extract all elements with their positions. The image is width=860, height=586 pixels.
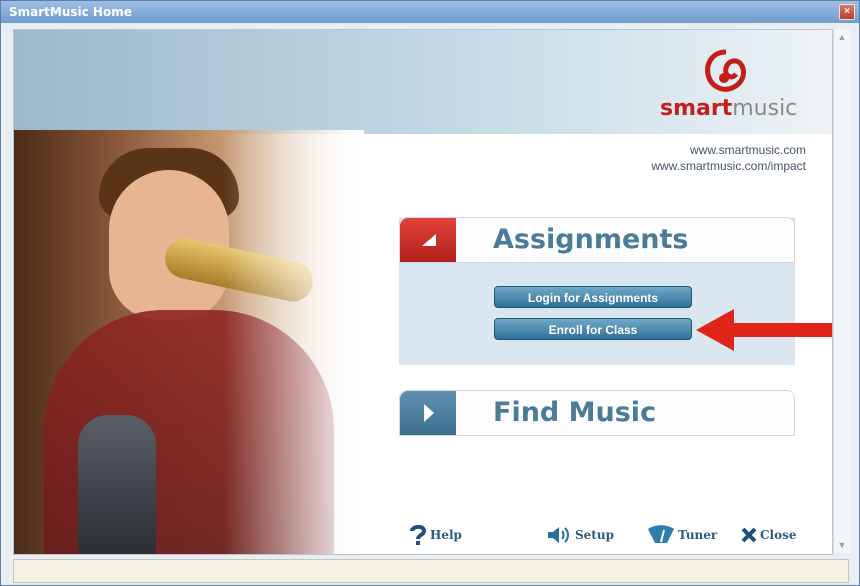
- tuner-icon: [648, 525, 674, 543]
- speaker-icon: [548, 527, 569, 543]
- scroll-down-icon[interactable]: ▼: [834, 537, 850, 553]
- status-bar: [13, 559, 849, 583]
- link-smartmusic[interactable]: www.smartmusic.com: [651, 142, 806, 158]
- login-for-assignments-button[interactable]: Login for Assignments: [494, 286, 692, 308]
- home-content: smartmusic www.smartmusic.com www.smartm…: [13, 29, 833, 555]
- find-music-title: Find Music: [493, 397, 657, 428]
- scroll-up-icon[interactable]: ▲: [834, 29, 850, 45]
- setup-button[interactable]: Setup: [546, 522, 614, 548]
- help-button[interactable]: Help: [409, 522, 462, 548]
- window-close-button[interactable]: ×: [839, 4, 855, 20]
- smartmusic-window: SmartMusic Home × smartmusic www.smartmu…: [0, 0, 860, 586]
- enroll-for-class-button[interactable]: Enroll for Class: [494, 318, 692, 340]
- vertical-scrollbar[interactable]: ▲ ▼: [833, 29, 850, 553]
- question-mark-icon: [410, 524, 427, 545]
- assignments-header[interactable]: Assignments: [399, 217, 795, 263]
- triangle-icon: [422, 234, 436, 246]
- x-icon: [741, 527, 757, 543]
- smartmusic-logo: smartmusic: [660, 96, 798, 121]
- student-trumpet-photo: [14, 130, 364, 554]
- red-arrow-icon: [696, 309, 832, 351]
- assignments-title: Assignments: [493, 224, 689, 255]
- close-button[interactable]: Close: [741, 522, 797, 548]
- title-bar: SmartMusic Home ×: [1, 1, 859, 23]
- website-links: www.smartmusic.com www.smartmusic.com/im…: [651, 142, 806, 174]
- window-title: SmartMusic Home: [9, 5, 132, 19]
- link-smartmusic-impact[interactable]: www.smartmusic.com/impact: [651, 158, 806, 174]
- find-music-header[interactable]: Find Music: [399, 390, 795, 436]
- tuner-button[interactable]: Tuner: [647, 522, 717, 548]
- play-arrow-icon: [424, 404, 434, 422]
- smartmusic-logo-icon: [705, 49, 747, 92]
- footer-toolbar: Help Setup Tuner Close: [409, 522, 809, 548]
